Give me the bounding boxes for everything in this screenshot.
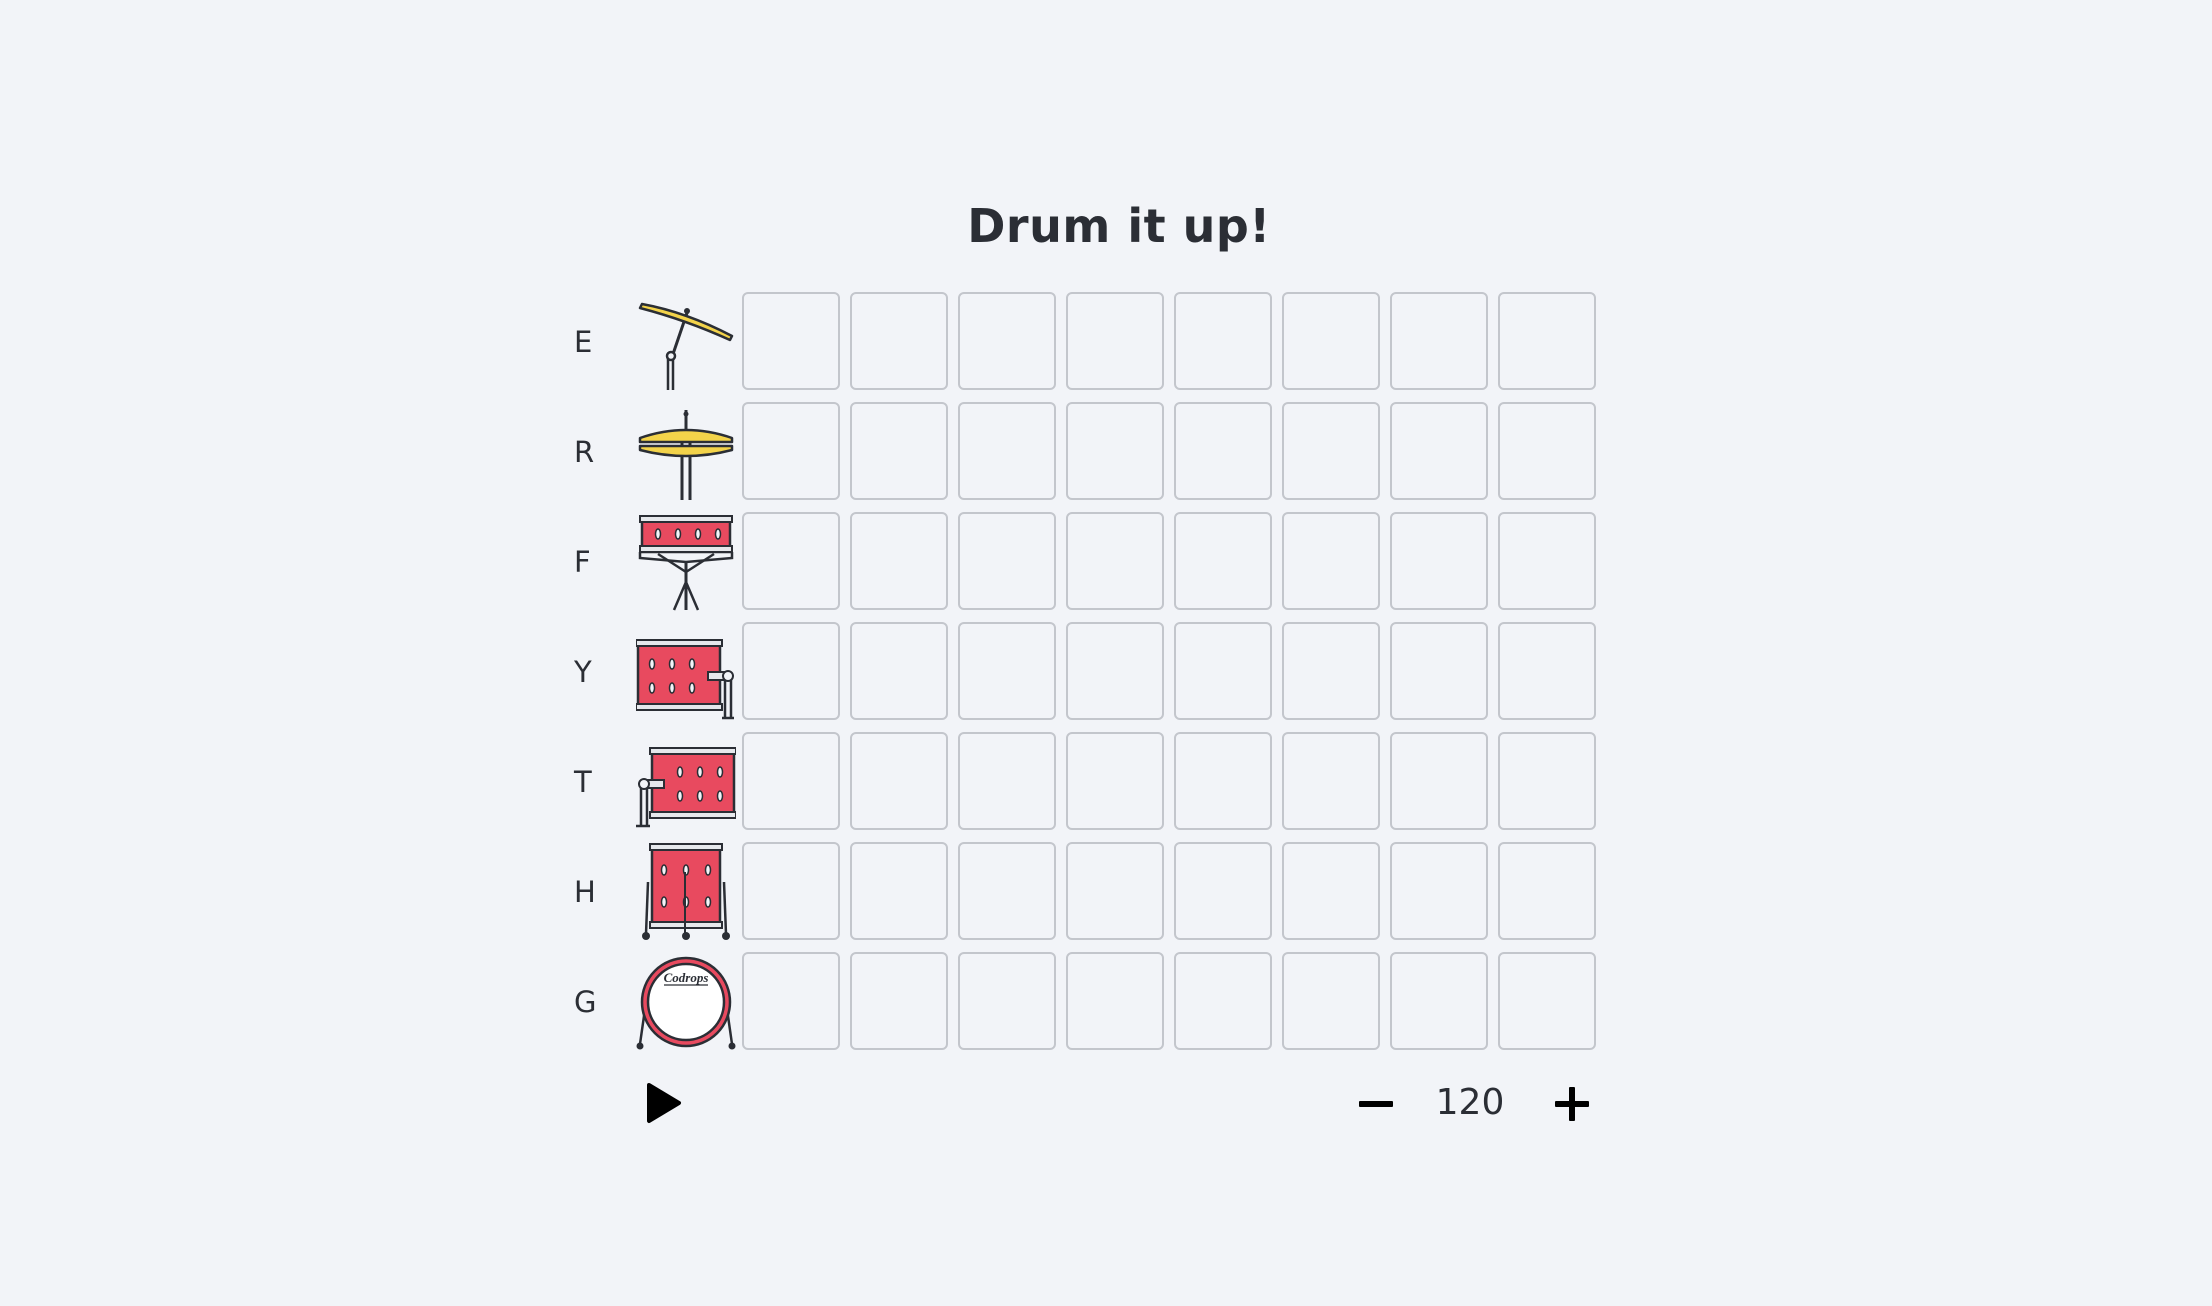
step-cell[interactable] (1066, 732, 1164, 830)
minus-icon (1359, 1101, 1393, 1107)
hihat-icon[interactable] (636, 402, 736, 502)
key-label: H (574, 875, 596, 909)
step-cell[interactable] (958, 842, 1056, 940)
step-cell[interactable] (1390, 622, 1488, 720)
step-cell[interactable] (1498, 622, 1596, 720)
step-cell[interactable] (1282, 622, 1380, 720)
play-button[interactable] (640, 1080, 686, 1126)
step-cell[interactable] (1282, 732, 1380, 830)
play-icon (647, 1083, 681, 1123)
step-cell[interactable] (1498, 292, 1596, 390)
tempo-increase-button[interactable] (1550, 1082, 1594, 1126)
step-cell[interactable] (1282, 402, 1380, 500)
step-cell[interactable] (850, 732, 948, 830)
step-cell[interactable] (958, 732, 1056, 830)
step-cell[interactable] (1390, 292, 1488, 390)
step-cell[interactable] (850, 512, 948, 610)
step-cell[interactable] (958, 952, 1056, 1050)
step-cell[interactable] (1498, 842, 1596, 940)
step-cell[interactable] (1174, 732, 1272, 830)
step-cell[interactable] (1066, 952, 1164, 1050)
step-cell[interactable] (1498, 512, 1596, 610)
step-cell[interactable] (1282, 842, 1380, 940)
step-cell[interactable] (850, 842, 948, 940)
tempo-value: 120 (1435, 1082, 1505, 1123)
step-cell[interactable] (1174, 512, 1272, 610)
step-cell[interactable] (850, 402, 948, 500)
step-cell[interactable] (1174, 402, 1272, 500)
key-label: Y (574, 655, 592, 689)
step-cell[interactable] (1390, 952, 1488, 1050)
sequencer-row: G Codrops (560, 952, 1620, 1052)
step-cell[interactable] (742, 952, 840, 1050)
step-cell[interactable] (1282, 952, 1380, 1050)
step-cell[interactable] (850, 952, 948, 1050)
step-cell[interactable] (1390, 732, 1488, 830)
step-cell[interactable] (850, 292, 948, 390)
step-cell[interactable] (1390, 842, 1488, 940)
step-cell[interactable] (742, 732, 840, 830)
step-cell[interactable] (1390, 402, 1488, 500)
step-cell[interactable] (1174, 952, 1272, 1050)
step-cell[interactable] (1174, 842, 1272, 940)
key-label: G (574, 985, 597, 1019)
step-cell[interactable] (850, 622, 948, 720)
sequencer-row: R (560, 402, 1620, 502)
key-label: F (574, 545, 591, 579)
step-cell[interactable] (1390, 512, 1488, 610)
key-label: E (574, 325, 593, 359)
sequencer-row: T (560, 732, 1620, 832)
step-cell[interactable] (1282, 292, 1380, 390)
step-cell[interactable] (1498, 732, 1596, 830)
floor-tom-icon[interactable] (636, 842, 736, 942)
step-cell[interactable] (1498, 952, 1596, 1050)
bass-drum-icon[interactable]: Codrops (636, 952, 736, 1052)
step-cell[interactable] (958, 402, 1056, 500)
tom-right-icon[interactable] (636, 622, 736, 722)
key-label: T (574, 765, 592, 799)
plus-icon (1555, 1087, 1589, 1121)
snare-drum-icon[interactable] (636, 512, 736, 612)
sequencer-row: H (560, 842, 1620, 942)
sequencer-row: Y (560, 622, 1620, 722)
step-cell[interactable] (958, 292, 1056, 390)
step-cell[interactable] (742, 622, 840, 720)
step-cell[interactable] (742, 402, 840, 500)
sequencer-row: E (560, 292, 1620, 392)
step-cell[interactable] (742, 292, 840, 390)
step-cell[interactable] (958, 622, 1056, 720)
crash-cymbal-icon[interactable] (636, 292, 736, 392)
step-cell[interactable] (1066, 512, 1164, 610)
tom-left-icon[interactable] (636, 732, 736, 832)
step-cell[interactable] (958, 512, 1056, 610)
step-cell[interactable] (1066, 292, 1164, 390)
step-cell[interactable] (1174, 292, 1272, 390)
step-cell[interactable] (1282, 512, 1380, 610)
page-title: Drum it up! (967, 199, 1271, 253)
step-cell[interactable] (1066, 402, 1164, 500)
key-label: R (574, 435, 595, 469)
tempo-decrease-button[interactable] (1354, 1082, 1398, 1126)
step-cell[interactable] (742, 512, 840, 610)
step-cell[interactable] (1174, 622, 1272, 720)
bass-drum-logo: Codrops (664, 970, 709, 985)
step-cell[interactable] (1066, 842, 1164, 940)
step-cell[interactable] (1498, 402, 1596, 500)
step-cell[interactable] (742, 842, 840, 940)
sequencer-row: F (560, 512, 1620, 612)
step-cell[interactable] (1066, 622, 1164, 720)
